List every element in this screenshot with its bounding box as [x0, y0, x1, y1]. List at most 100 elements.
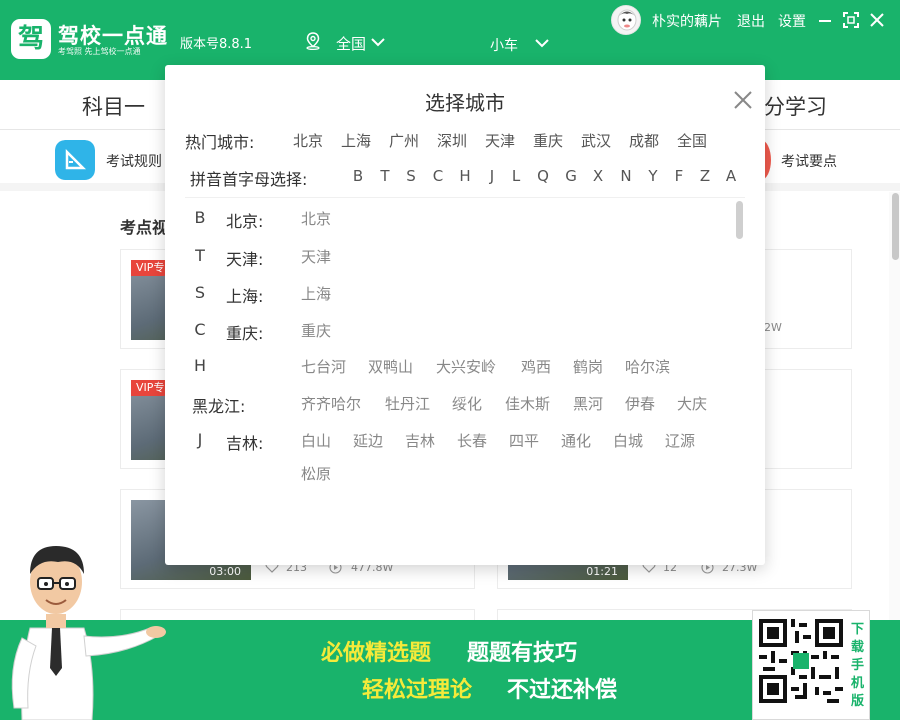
chevron-down-icon[interactable]: [371, 37, 385, 47]
hot-city-shenzhen[interactable]: 深圳: [437, 130, 467, 151]
banner-slogan: 轻松过理论: [362, 678, 473, 703]
close-icon[interactable]: [733, 90, 753, 110]
index-letter: T: [195, 246, 205, 265]
letter-filter-l[interactable]: L: [509, 167, 523, 185]
banner-slogan: 不过还补偿: [507, 678, 618, 703]
province-label: 天津:: [226, 250, 264, 269]
index-letter: C: [194, 320, 206, 339]
city-option[interactable]: 牡丹江: [385, 393, 430, 414]
letter-filter-z[interactable]: Z: [698, 167, 712, 185]
download-char: 手: [851, 658, 865, 673]
qr-code[interactable]: [759, 619, 843, 703]
index-letter: S: [194, 283, 206, 302]
city-option[interactable]: 重庆: [301, 320, 331, 341]
logout-button[interactable]: 退出: [737, 11, 765, 31]
username-label[interactable]: 朴实的藕片: [652, 11, 722, 31]
letter-filter-h[interactable]: H: [458, 167, 472, 185]
index-letter: H: [193, 356, 207, 375]
feature-label-rules[interactable]: 考试规则: [106, 151, 162, 171]
city-option[interactable]: 哈尔滨: [625, 356, 670, 377]
city-select-dialog: 选择城市 热门城市: 北京 上海 广州 深圳 天津 重庆 武汉 成都 全国 拼音…: [165, 65, 765, 565]
banner-slogan: 题题有技巧: [467, 641, 578, 666]
letter-filter-g[interactable]: G: [564, 167, 578, 185]
view-count: 2W: [764, 321, 782, 334]
tab-study[interactable]: 分学习: [764, 91, 827, 121]
letter-filter-n[interactable]: N: [619, 167, 633, 185]
mascot-illustration: [11, 546, 166, 720]
letter-filter-j[interactable]: J: [485, 167, 499, 185]
letter-filter-s[interactable]: S: [404, 167, 418, 185]
chevron-down-icon[interactable]: [535, 38, 549, 48]
download-app-label: 下 载 手 机 版: [851, 621, 865, 711]
rules-icon[interactable]: [55, 140, 95, 180]
location-icon[interactable]: [305, 32, 321, 50]
hot-cities-label: 热门城市:: [185, 133, 255, 152]
city-option[interactable]: 伊春: [625, 393, 655, 414]
city-option[interactable]: 四平: [509, 430, 539, 451]
settings-button[interactable]: 设置: [778, 11, 806, 31]
fullscreen-icon[interactable]: [843, 12, 859, 28]
download-char: 载: [851, 640, 865, 655]
city-option[interactable]: 双鸭山: [368, 356, 413, 377]
dialog-title: 选择城市: [425, 91, 505, 115]
city-option[interactable]: 大兴安岭: [436, 356, 496, 377]
province-label: 吉林:: [226, 434, 264, 453]
city-option[interactable]: 北京: [301, 208, 331, 229]
hot-city-tianjin[interactable]: 天津: [485, 130, 515, 151]
city-option[interactable]: 绥化: [452, 393, 482, 414]
close-icon[interactable]: [869, 12, 885, 28]
city-option[interactable]: 齐齐哈尔: [301, 393, 361, 414]
letter-filter-y[interactable]: Y: [646, 167, 660, 185]
city-option[interactable]: 白城: [613, 430, 643, 451]
app-slogan: 考驾照 先上驾校一点通: [58, 47, 141, 56]
index-letter: J: [197, 430, 203, 449]
feature-label-keypoints[interactable]: 考试要点: [781, 151, 837, 171]
letter-filter-x[interactable]: X: [591, 167, 605, 185]
city-option[interactable]: 黑河: [573, 393, 603, 414]
vehicle-selector[interactable]: 小车: [490, 35, 518, 55]
letter-filter-b[interactable]: B: [351, 167, 365, 185]
city-option[interactable]: 上海: [301, 283, 331, 304]
minimize-icon[interactable]: [817, 12, 833, 28]
letter-filter-c[interactable]: C: [431, 167, 445, 185]
pinyin-filter-label: 拼音首字母选择:: [190, 170, 308, 189]
city-option[interactable]: 延边: [353, 430, 383, 451]
location-selector[interactable]: 全国: [336, 33, 366, 54]
hot-city-national[interactable]: 全国: [677, 130, 707, 151]
city-option[interactable]: 佳木斯: [505, 393, 550, 414]
city-option[interactable]: 辽源: [665, 430, 695, 451]
hot-city-shanghai[interactable]: 上海: [341, 130, 371, 151]
province-label: 重庆:: [226, 324, 264, 343]
letter-filter-t[interactable]: T: [378, 167, 392, 185]
city-option[interactable]: 长春: [457, 430, 487, 451]
version-label: 版本号8.8.1: [180, 37, 253, 52]
hot-city-chongqing[interactable]: 重庆: [533, 130, 563, 151]
city-list-scrollbar[interactable]: [736, 201, 743, 239]
hot-city-wuhan[interactable]: 武汉: [581, 130, 611, 151]
hot-city-beijing[interactable]: 北京: [293, 130, 323, 151]
letter-filter-a[interactable]: A: [724, 167, 738, 185]
download-char: 版: [851, 694, 865, 709]
city-option[interactable]: 鸡西: [521, 356, 551, 377]
download-char: 机: [851, 676, 865, 691]
letter-filter-f[interactable]: F: [672, 167, 686, 185]
province-label: 黑龙江:: [192, 397, 246, 416]
avatar[interactable]: [611, 5, 641, 35]
banner-slogan: 必做精选题: [321, 641, 432, 666]
tab-subject-one[interactable]: 科目一: [82, 91, 145, 121]
city-option[interactable]: 吉林: [405, 430, 435, 451]
vip-badge: VIP专: [131, 260, 170, 276]
city-option[interactable]: 鹤岗: [573, 356, 603, 377]
city-option[interactable]: 白山: [301, 430, 331, 451]
city-option[interactable]: 通化: [561, 430, 591, 451]
city-option[interactable]: 松原: [301, 463, 331, 484]
video-duration: 03:00: [209, 565, 241, 578]
city-option[interactable]: 大庆: [677, 393, 707, 414]
qr-code-panel[interactable]: 下 载 手 机 版: [752, 610, 870, 720]
hot-city-chengdu[interactable]: 成都: [629, 130, 659, 151]
city-option[interactable]: 天津: [301, 246, 331, 267]
page-scrollbar-thumb[interactable]: [892, 193, 899, 260]
letter-filter-q[interactable]: Q: [536, 167, 550, 185]
hot-city-guangzhou[interactable]: 广州: [389, 130, 419, 151]
city-option[interactable]: 七台河: [301, 356, 346, 377]
